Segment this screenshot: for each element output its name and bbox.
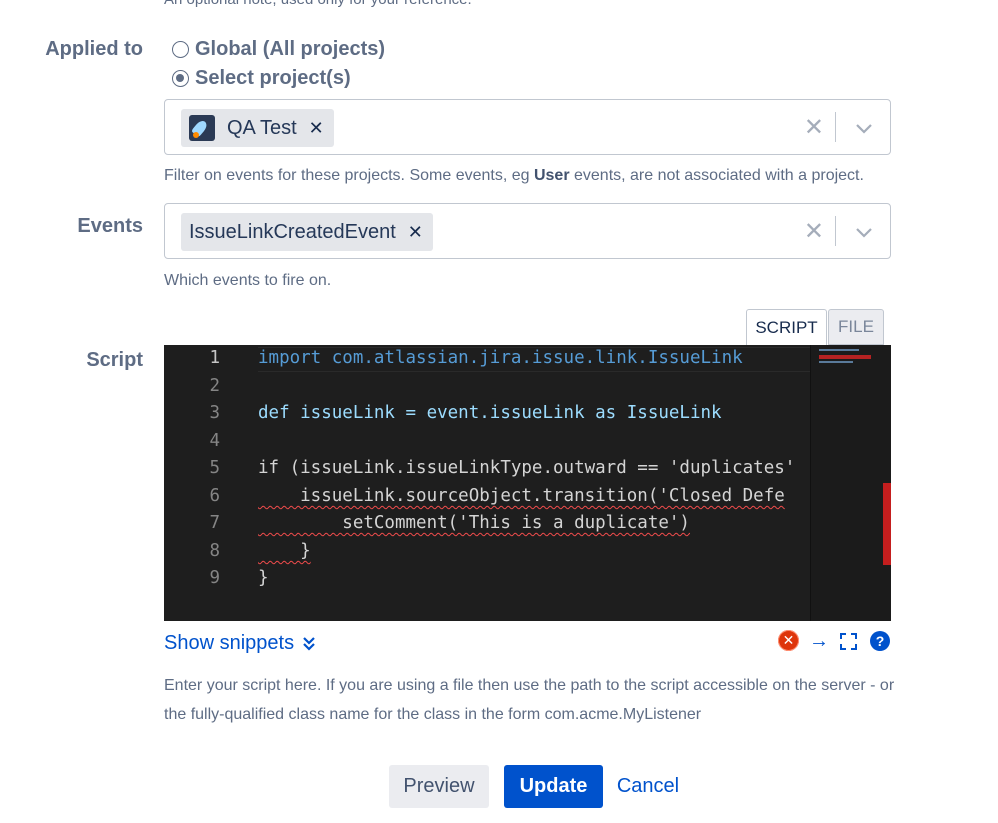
radio-global-label: Global (All projects) — [195, 38, 386, 60]
script-tab[interactable]: SCRIPT — [746, 309, 827, 345]
project-chip-label: QA Test — [227, 116, 297, 139]
code-line-8-text: } — [258, 541, 311, 561]
code-line-9-text: } — [258, 568, 269, 588]
line-number: 3 — [209, 403, 220, 423]
cancel-button[interactable]: Cancel — [606, 765, 690, 808]
rocket-project-avatar-icon — [189, 115, 215, 141]
code-line-3-text: def issueLink = event.issueLink as Issue… — [258, 403, 722, 423]
error-icon[interactable]: ✕ — [778, 630, 799, 651]
events-label: Events — [77, 215, 143, 237]
fullscreen-icon[interactable] — [840, 633, 857, 650]
event-chip: IssueLinkCreatedEvent ✕ — [181, 213, 433, 251]
show-snippets-label: Show snippets — [164, 632, 295, 654]
event-chip-label: IssueLinkCreatedEvent — [189, 220, 396, 243]
code-line-5: if (issueLink.issueLinkType.outward == '… — [258, 458, 795, 478]
projects-help-suffix: events, are not associated with a projec… — [569, 167, 864, 184]
double-chevron-down-icon — [303, 636, 315, 651]
events-help-text: Which events to fire on. — [164, 272, 332, 289]
radio-global-circle[interactable] — [172, 41, 189, 58]
code-area[interactable]: import com.atlassian.jira.issue.link.Iss… — [258, 345, 810, 621]
radio-select-projects-label: Select project(s) — [195, 67, 351, 89]
help-icon[interactable]: ? — [870, 631, 890, 651]
code-editor[interactable]: 1 2 3 4 5 6 7 8 9 import com.atlassian.j… — [164, 345, 891, 621]
description-help-text: An optional note, used only for your ref… — [164, 0, 472, 8]
chevron-down-icon[interactable] — [854, 222, 874, 242]
line-number: 9 — [209, 568, 220, 588]
update-button[interactable]: Update — [504, 765, 603, 808]
arrow-right-icon[interactable]: → — [809, 630, 829, 653]
events-select[interactable]: IssueLinkCreatedEvent ✕ ✕ — [164, 203, 891, 259]
script-help-text: Enter your script here. If you are using… — [164, 677, 895, 723]
line-number: 8 — [209, 541, 220, 561]
code-minimap[interactable] — [810, 345, 891, 621]
code-line-1: import com.atlassian.jira.issue.link.Iss… — [258, 348, 743, 368]
code-line-5-text: if (issueLink.issueLinkType.outward == '… — [258, 458, 796, 478]
preview-button[interactable]: Preview — [389, 765, 489, 808]
code-line-3: def issueLink = event.issueLink as Issue… — [258, 403, 722, 423]
file-tab[interactable]: FILE — [828, 309, 884, 345]
line-number: 4 — [209, 431, 220, 451]
projects-select[interactable]: QA Test ✕ ✕ — [164, 99, 891, 155]
clear-projects-icon[interactable]: ✕ — [804, 113, 824, 142]
projects-help-text: Filter on events for these projects. Som… — [164, 167, 864, 185]
chevron-down-icon[interactable] — [854, 118, 874, 138]
code-line-6: issueLink.sourceObject.transition('Close… — [258, 486, 785, 506]
code-line-7-text: setComment('This is a duplicate') — [258, 513, 690, 533]
code-line-6-text: issueLink.sourceObject.transition('Close… — [258, 486, 785, 506]
code-line-8: } — [258, 541, 311, 561]
project-chip: QA Test ✕ — [181, 109, 334, 147]
line-number: 2 — [209, 376, 220, 396]
script-label: Script — [86, 349, 143, 371]
line-number-gutter: 1 2 3 4 5 6 7 8 9 — [164, 345, 228, 621]
radio-select-projects[interactable]: Select project(s) — [172, 67, 351, 90]
projects-help-bold: User — [533, 167, 570, 184]
applied-to-label: Applied to — [45, 38, 143, 60]
line-number: 5 — [209, 458, 220, 478]
select-separator — [835, 216, 836, 246]
minimap-error-marker — [819, 355, 871, 359]
show-snippets-link[interactable]: Show snippets — [164, 632, 316, 655]
minimap-line — [819, 349, 859, 351]
projects-help-prefix: Filter on events for these projects. Som… — [164, 167, 534, 184]
code-line-7: setComment('This is a duplicate') — [258, 513, 690, 533]
clear-events-icon[interactable]: ✕ — [804, 217, 824, 246]
line-number: 1 — [209, 348, 220, 368]
radio-select-projects-circle[interactable] — [172, 70, 189, 87]
remove-project-icon[interactable]: ✕ — [309, 118, 324, 139]
line-number: 6 — [209, 486, 220, 506]
select-separator — [835, 112, 836, 142]
minimap-line — [819, 361, 853, 363]
scrollbar-error-marker — [883, 483, 891, 565]
code-line-9: } — [258, 568, 269, 588]
line-number: 7 — [209, 513, 220, 533]
remove-event-icon[interactable]: ✕ — [408, 222, 423, 243]
radio-global[interactable]: Global (All projects) — [172, 38, 385, 61]
code-line-1-text: import com.atlassian.jira.issue.link.Iss… — [258, 348, 743, 368]
